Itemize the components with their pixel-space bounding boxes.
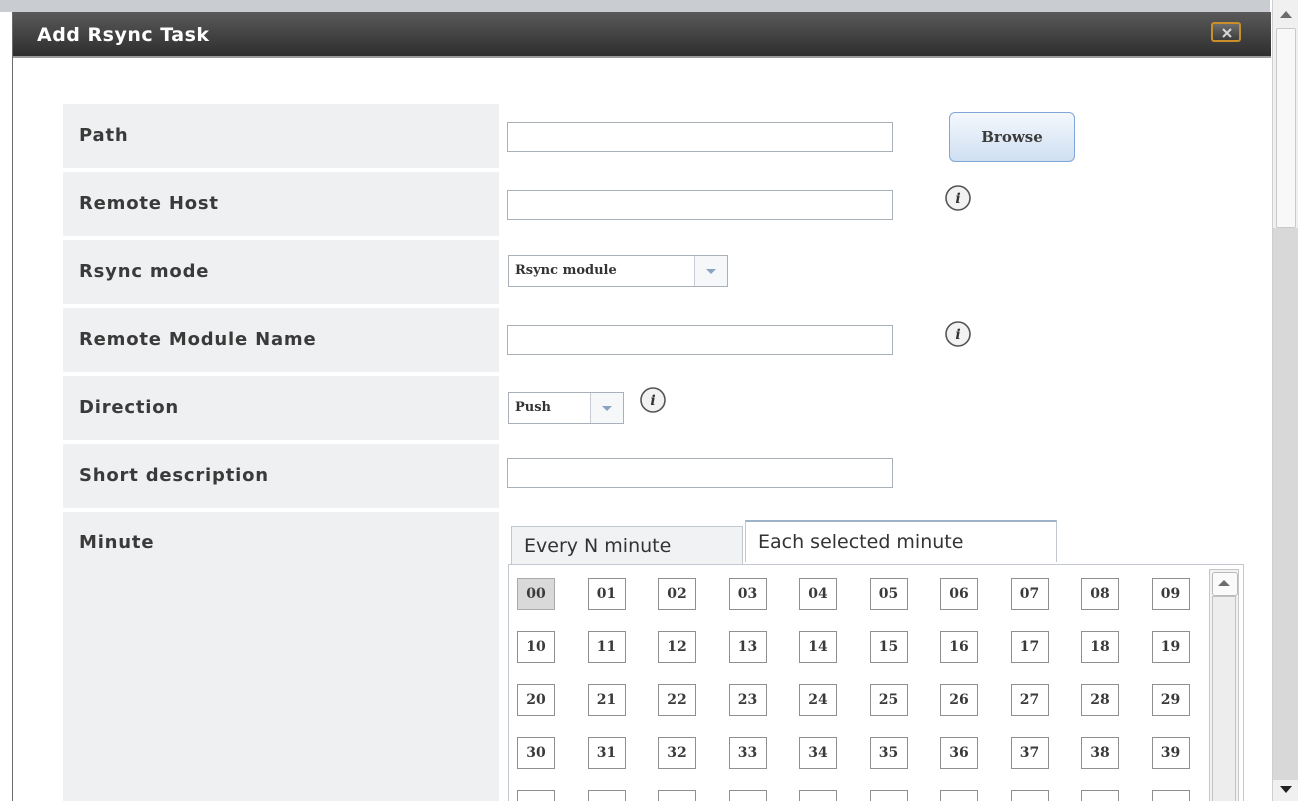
minute-cell-25[interactable]: 25 xyxy=(869,684,908,716)
minute-cell-partial[interactable] xyxy=(799,790,837,801)
minute-cell-26[interactable]: 26 xyxy=(940,684,978,716)
minute-cell-13[interactable]: 13 xyxy=(728,631,767,663)
path-label: Path xyxy=(79,125,129,146)
scroll-up-arrow-icon[interactable] xyxy=(1278,8,1294,20)
rsync-mode-label: Rsync mode xyxy=(79,261,210,282)
minute-cell-14[interactable]: 14 xyxy=(799,631,837,663)
remote-host-row: Remote Host xyxy=(63,172,499,236)
minute-cell-partial[interactable] xyxy=(728,790,767,801)
minute-cell-02[interactable]: 02 xyxy=(658,578,696,610)
minute-cell-partial[interactable] xyxy=(587,790,626,801)
minute-cell-16[interactable]: 16 xyxy=(940,631,978,663)
info-icon[interactable]: i xyxy=(639,386,667,414)
minute-cell-19[interactable]: 19 xyxy=(1151,631,1190,663)
minute-cell-03[interactable]: 03 xyxy=(728,578,767,610)
minute-cell-30[interactable]: 30 xyxy=(517,737,555,769)
minute-cell-partial[interactable] xyxy=(869,790,908,801)
page-scrollbar[interactable] xyxy=(1272,0,1298,801)
minute-cell-39[interactable]: 39 xyxy=(1151,737,1190,769)
minute-cell-37[interactable]: 37 xyxy=(1010,737,1049,769)
minute-selector-panel: 00 01 02 03 04 05 06 07 08 09 10 11 12 13 14 15 16 17 18 19… xyxy=(508,564,1244,801)
remote-module-name-label: Remote Module Name xyxy=(79,329,317,350)
scroll-thumb[interactable] xyxy=(1212,596,1236,801)
close-button[interactable] xyxy=(1211,22,1241,42)
scroll-up-button[interactable] xyxy=(1212,572,1238,596)
path-input[interactable] xyxy=(507,122,893,152)
minute-cell-18[interactable]: 18 xyxy=(1081,631,1119,663)
scroll-down-arrow-icon[interactable] xyxy=(1278,784,1294,796)
rsync-mode-value: Rsync module xyxy=(515,263,617,278)
minute-cell-22[interactable]: 22 xyxy=(658,684,696,716)
minute-cell-08[interactable]: 08 xyxy=(1081,578,1119,610)
direction-label: Direction xyxy=(79,397,180,418)
minute-cell-24[interactable]: 24 xyxy=(799,684,837,716)
minute-cell-09[interactable]: 09 xyxy=(1151,578,1190,610)
minute-cell-21[interactable]: 21 xyxy=(587,684,626,716)
minute-cell-partial[interactable] xyxy=(517,790,555,801)
browse-button[interactable]: Browse xyxy=(949,112,1075,162)
add-rsync-task-dialog: Add Rsync Task Path Browse Remote Host i… xyxy=(12,12,1271,801)
minute-cell-27[interactable]: 27 xyxy=(1010,684,1049,716)
minute-cell-10[interactable]: 10 xyxy=(517,631,555,663)
minute-cell-23[interactable]: 23 xyxy=(728,684,767,716)
minute-cell-partial[interactable] xyxy=(1010,790,1049,801)
minute-cell-20[interactable]: 20 xyxy=(517,684,555,716)
short-description-label: Short description xyxy=(79,465,269,486)
minute-cell-12[interactable]: 12 xyxy=(658,631,696,663)
dialog-titlebar[interactable]: Add Rsync Task xyxy=(13,12,1271,58)
chevron-down-icon xyxy=(602,406,612,411)
minute-cell-07[interactable]: 07 xyxy=(1010,578,1049,610)
remote-module-name-input[interactable] xyxy=(507,325,893,355)
svg-text:i: i xyxy=(955,327,960,343)
remote-host-label: Remote Host xyxy=(79,193,219,214)
tab-every-n-minute[interactable]: Every N minute xyxy=(511,526,743,564)
close-icon xyxy=(1222,28,1232,38)
page-scroll-track[interactable] xyxy=(1273,228,1298,780)
minute-cell-partial[interactable] xyxy=(940,790,978,801)
minute-cell-35[interactable]: 35 xyxy=(869,737,908,769)
page-scroll-thumb[interactable] xyxy=(1276,28,1296,228)
background-app-strip xyxy=(0,0,1270,12)
short-description-input[interactable] xyxy=(507,458,893,488)
path-row: Path xyxy=(63,104,499,168)
short-description-row: Short description xyxy=(63,444,499,508)
chevron-up-icon xyxy=(1218,580,1230,586)
minute-cell-00[interactable]: 00 xyxy=(517,578,555,610)
minute-cell-32[interactable]: 32 xyxy=(658,737,696,769)
minute-cell-partial[interactable] xyxy=(1151,790,1190,801)
direction-row: Direction xyxy=(63,376,499,440)
remote-module-name-row: Remote Module Name xyxy=(63,308,499,372)
remote-host-input[interactable] xyxy=(507,190,893,220)
minute-cell-17[interactable]: 17 xyxy=(1010,631,1049,663)
minute-cell-05[interactable]: 05 xyxy=(869,578,908,610)
direction-select[interactable]: Push xyxy=(508,392,624,424)
rsync-mode-row: Rsync mode xyxy=(63,240,499,304)
dialog-title: Add Rsync Task xyxy=(37,24,210,46)
minute-cell-29[interactable]: 29 xyxy=(1151,684,1190,716)
minute-cell-15[interactable]: 15 xyxy=(869,631,908,663)
minute-cell-33[interactable]: 33 xyxy=(728,737,767,769)
minute-cell-01[interactable]: 01 xyxy=(587,578,626,610)
direction-value: Push xyxy=(515,400,551,415)
info-icon[interactable]: i xyxy=(944,184,972,212)
rsync-mode-select[interactable]: Rsync module xyxy=(508,255,728,287)
minute-cell-34[interactable]: 34 xyxy=(799,737,837,769)
minute-label: Minute xyxy=(79,532,155,553)
minute-cell-partial[interactable] xyxy=(1081,790,1119,801)
chevron-down-icon xyxy=(706,269,716,274)
minute-panel-scrollbar[interactable] xyxy=(1209,569,1239,801)
minute-cell-28[interactable]: 28 xyxy=(1081,684,1119,716)
info-icon[interactable]: i xyxy=(944,320,972,348)
minute-cell-11[interactable]: 11 xyxy=(587,631,626,663)
minute-cell-38[interactable]: 38 xyxy=(1081,737,1119,769)
minute-row: Minute xyxy=(63,512,499,801)
minute-cell-04[interactable]: 04 xyxy=(799,578,837,610)
minute-cell-partial[interactable] xyxy=(658,790,696,801)
tab-each-selected-minute[interactable]: Each selected minute xyxy=(745,520,1057,562)
minute-cell-36[interactable]: 36 xyxy=(940,737,978,769)
svg-text:i: i xyxy=(955,191,960,207)
minute-cell-31[interactable]: 31 xyxy=(587,737,626,769)
svg-text:i: i xyxy=(650,393,655,409)
minute-cell-06[interactable]: 06 xyxy=(940,578,978,610)
